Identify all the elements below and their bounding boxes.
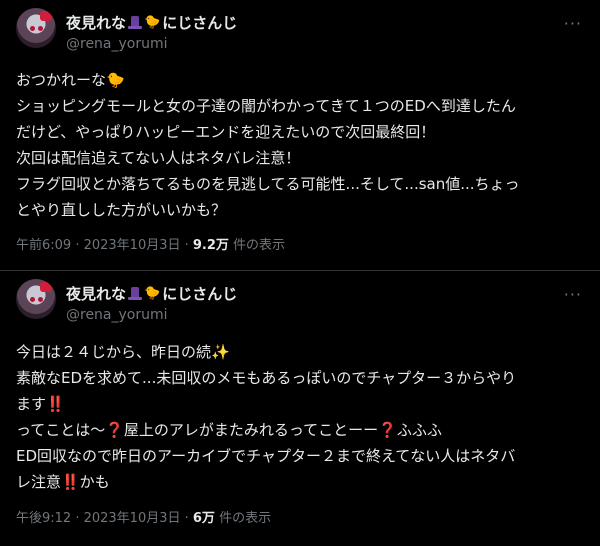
tweet-line: だけど、やっぱりハッピーエンドを迎えたいので次回最終回！ — [16, 123, 436, 141]
chick-icon: 🐤 — [144, 286, 161, 301]
avatar[interactable] — [16, 279, 56, 319]
view-label: 件の表示 — [214, 511, 272, 526]
avatar-eye — [38, 26, 43, 31]
view-label: 件の表示 — [228, 238, 286, 253]
timestamp[interactable]: 午後9:12 · 2023年10月3日 · — [16, 511, 193, 526]
tweet-line: 今日は２４じから、昨日の続✨ — [16, 343, 230, 361]
more-dots-icon[interactable]: ··· — [564, 285, 582, 304]
avatar-eye — [38, 297, 43, 302]
tweet-line: ます‼️ — [16, 395, 65, 413]
top-hat-icon — [128, 15, 143, 30]
display-name-affiliation: にじさんじ — [162, 285, 238, 303]
tweet-line: 次回は配信追えてない人はネタバレ注意！ — [16, 149, 301, 167]
tweet-line: ED回収なので昨日のアーカイブでチャプター２まで終えてない人はネタバ — [16, 447, 516, 465]
handle[interactable]: @rena_yorumi — [66, 36, 237, 52]
handle[interactable]: @rena_yorumi — [66, 307, 237, 323]
tweet[interactable]: 夜見れな 🐤 にじさんじ @rena_yorumi ··· おつかれーな🐤 ショ… — [0, 0, 600, 271]
display-name-text: 夜見れな — [66, 285, 127, 303]
tweet-line: ショッピングモールと女の子達の闇がわかってきて１つのEDへ到達したん — [16, 97, 516, 115]
tweet-line: フラグ回収とか落ちてるものを見逃してる可能性...そして...san値...ちょ… — [16, 175, 520, 193]
timestamp[interactable]: 午前6:09 · 2023年10月3日 · — [16, 238, 193, 253]
avatar[interactable] — [16, 8, 56, 48]
tweet-text: 今日は２４じから、昨日の続✨ 素敵なEDを求めて...未回収のメモもあるっぽいの… — [16, 339, 584, 495]
tweet-meta: 午前6:09 · 2023年10月3日 · 9.2万 件の表示 — [16, 234, 285, 253]
avatar-eye — [30, 26, 35, 31]
more-dots-icon[interactable]: ··· — [564, 14, 582, 33]
tweet-line: レ注意‼️かも — [16, 473, 110, 491]
bow-decoration — [40, 282, 52, 292]
view-count: 6万 — [192, 511, 215, 526]
tweet[interactable]: 夜見れな 🐤 にじさんじ @rena_yorumi ··· 今日は２４じから、昨… — [0, 271, 600, 546]
top-hat-icon — [128, 286, 143, 301]
bow-decoration — [40, 11, 52, 21]
display-name-text: 夜見れな — [66, 14, 127, 32]
chick-icon: 🐤 — [144, 15, 161, 30]
display-name[interactable]: 夜見れな 🐤 にじさんじ — [66, 12, 237, 33]
tweet-line: 素敵なEDを求めて...未回収のメモもあるっぽいのでチャプター３からやり — [16, 369, 517, 387]
tweet-line: ってことは〜❓屋上のアレがまたみれるってことーー❓ふふふ — [16, 421, 442, 439]
tweet-line: とやり直しした方がいいかも？ — [16, 201, 227, 219]
tweet-line: おつかれーな🐤 — [16, 71, 125, 89]
avatar-eye — [30, 297, 35, 302]
display-name-affiliation: にじさんじ — [162, 14, 238, 32]
tweet-text: おつかれーな🐤 ショッピングモールと女の子達の闇がわかってきて１つのEDへ到達し… — [16, 67, 584, 223]
display-name[interactable]: 夜見れな 🐤 にじさんじ — [66, 283, 237, 304]
tweet-meta: 午後9:12 · 2023年10月3日 · 6万 件の表示 — [16, 507, 271, 526]
view-count: 9.2万 — [192, 238, 229, 253]
